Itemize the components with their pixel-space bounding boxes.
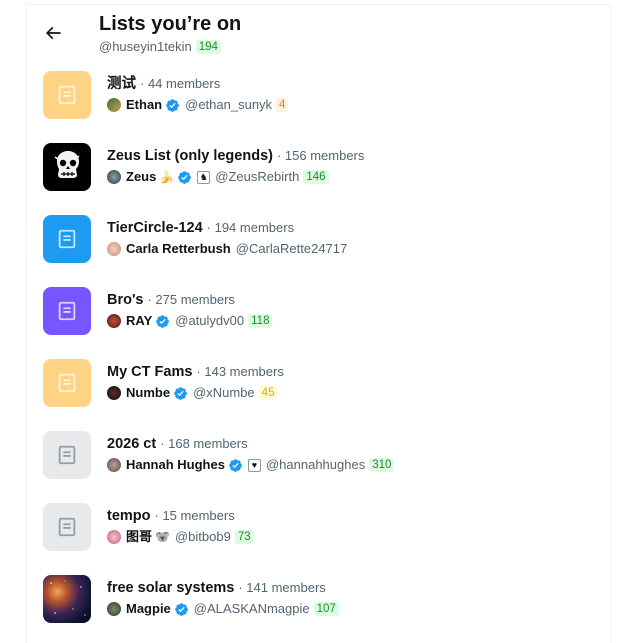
list-item[interactable]: 2026 ct · 168 members Hannah Hughes ♥ @h… (27, 423, 613, 495)
banana-icon: 🍌 (159, 170, 175, 184)
avatar (107, 386, 121, 400)
owner-handle[interactable]: @atulydv00 (175, 312, 244, 330)
list-name: 测试 (107, 76, 136, 92)
lists-panel: Lists you’re on @huseyin1tekin 194 测试 · … (26, 4, 612, 643)
owner-name: Numbe (126, 385, 171, 400)
member-count: · 194 members (206, 220, 295, 235)
page-title: Lists you’re on (99, 13, 242, 35)
owner-count-badge: 118 (248, 314, 273, 328)
list-icon (43, 215, 91, 263)
owner-name: Magpie (126, 601, 171, 616)
arrow-left-icon (45, 26, 61, 40)
member-count: · 143 members (196, 364, 284, 379)
owner-count-badge: 310 (369, 458, 395, 472)
list-owner: Hannah Hughes ♥ @hannahhughes 310 (107, 456, 395, 474)
member-count: · 141 members (238, 580, 326, 595)
list-title: free solar systems · 141 members (107, 579, 326, 597)
list-owner: Carla Retterbush @CarlaRette24717 (107, 240, 347, 258)
list-icon (43, 503, 91, 551)
verified-badge-icon (173, 386, 188, 401)
back-button[interactable] (37, 17, 69, 49)
owner-handle[interactable]: @hannahhughes (266, 456, 365, 474)
owner-handle[interactable]: @CarlaRette24717 (236, 240, 347, 258)
verified-badge-icon (165, 98, 180, 113)
owner-count-badge: 146 (303, 170, 329, 184)
owner-handle[interactable]: @ZeusRebirth (215, 168, 299, 186)
list-title: 2026 ct · 168 members (107, 435, 248, 453)
list-icon (43, 431, 91, 479)
avatar (107, 458, 121, 472)
verified-badge-icon (228, 458, 243, 473)
owner-name: 图哥 (126, 529, 153, 544)
affiliate-badge-icon: ♞ (197, 170, 211, 184)
list-title: My CT Fams · 143 members (107, 363, 284, 381)
list-title: Bro's · 275 members (107, 291, 235, 309)
list-item[interactable]: 测试 · 44 members Ethan @ethan_sunyk 4 (27, 63, 613, 135)
avatar (107, 170, 121, 184)
list-name: free solar systems (107, 580, 235, 596)
owner-handle[interactable]: @ethan_sunyk (185, 96, 272, 114)
owner-count-badge: 107 (313, 602, 339, 616)
handle-count-badge: 194 (195, 40, 221, 54)
avatar (107, 242, 121, 256)
list-owner: Ethan @ethan_sunyk 4 (107, 96, 289, 114)
list-name: Bro's (107, 292, 144, 308)
list-item[interactable]: tempo · 15 members 图哥 🐨 @bitbob9 73 (27, 495, 613, 567)
list-title: tempo · 15 members (107, 507, 235, 525)
verified-badge-icon (174, 602, 189, 617)
owner-handle[interactable]: @ALASKANmagpie (194, 600, 310, 618)
list-owner: 图哥 🐨 @bitbob9 73 (107, 528, 254, 546)
list-item[interactable]: free solar systems · 141 members Magpie … (27, 567, 613, 639)
owner-name: Carla Retterbush (126, 241, 231, 256)
list-icon (43, 71, 91, 119)
verified-badge-icon (177, 170, 192, 185)
affiliate-badge-icon: ♥ (247, 458, 261, 472)
avatar (107, 602, 121, 616)
page-subtitle: @huseyin1tekin 194 (99, 38, 221, 56)
list-owner: RAY @atulydv00 118 (107, 312, 273, 330)
member-count: · 44 members (140, 76, 221, 91)
owner-count-badge: 45 (258, 386, 278, 400)
list-icon (43, 287, 91, 335)
owner-name: Ethan (126, 97, 163, 112)
page-header: Lists you’re on @huseyin1tekin 194 (27, 5, 613, 61)
list-name: 2026 ct (107, 436, 157, 452)
owner-name: Hannah Hughes (126, 457, 225, 472)
list-title: 测试 · 44 members (107, 75, 220, 93)
member-count: · 156 members (276, 148, 365, 163)
owner-name: Zeus (126, 169, 157, 184)
list-owner: Zeus 🍌 ♞ @ZeusRebirth 146 (107, 168, 329, 186)
list-item[interactable]: Bro's · 275 members RAY @atulydv00 118 (27, 279, 613, 351)
list-title: TierCircle-124 · 194 members (107, 219, 294, 237)
list-owner: Numbe @xNumbe 45 (107, 384, 278, 402)
account-handle: @huseyin1tekin (99, 39, 192, 54)
list-icon (43, 359, 91, 407)
owner-count-badge: 73 (234, 530, 254, 544)
list-title: Zeus List (only legends) · 156 members (107, 147, 364, 165)
list-owner: Magpie @ALASKANmagpie 107 (107, 600, 339, 618)
avatar (107, 530, 121, 544)
list-name: Zeus List (only legends) (107, 148, 273, 164)
owner-name: RAY (126, 313, 153, 328)
list-name: My CT Fams (107, 364, 193, 380)
verified-badge-icon (155, 314, 170, 329)
owner-handle[interactable]: @bitbob9 (175, 528, 231, 546)
owner-handle[interactable]: @xNumbe (193, 384, 255, 402)
list-item[interactable]: TierCircle-124 · 194 members Carla Rette… (27, 207, 613, 279)
list-name: tempo (107, 508, 151, 524)
member-count: · 168 members (160, 436, 248, 451)
skull-ape-image (43, 143, 91, 191)
owner-count-badge: 4 (276, 98, 289, 112)
space-image (43, 575, 91, 623)
avatar (107, 314, 121, 328)
list-name: TierCircle-124 (107, 220, 203, 236)
avatar (107, 98, 121, 112)
member-count: · 275 members (147, 292, 235, 307)
list-item[interactable]: My CT Fams · 143 members Numbe @xNumbe 4… (27, 351, 613, 423)
list-item[interactable]: Zeus List (only legends) · 156 members Z… (27, 135, 613, 207)
member-count: · 15 members (154, 508, 235, 523)
koala-icon: 🐨 (155, 530, 170, 544)
